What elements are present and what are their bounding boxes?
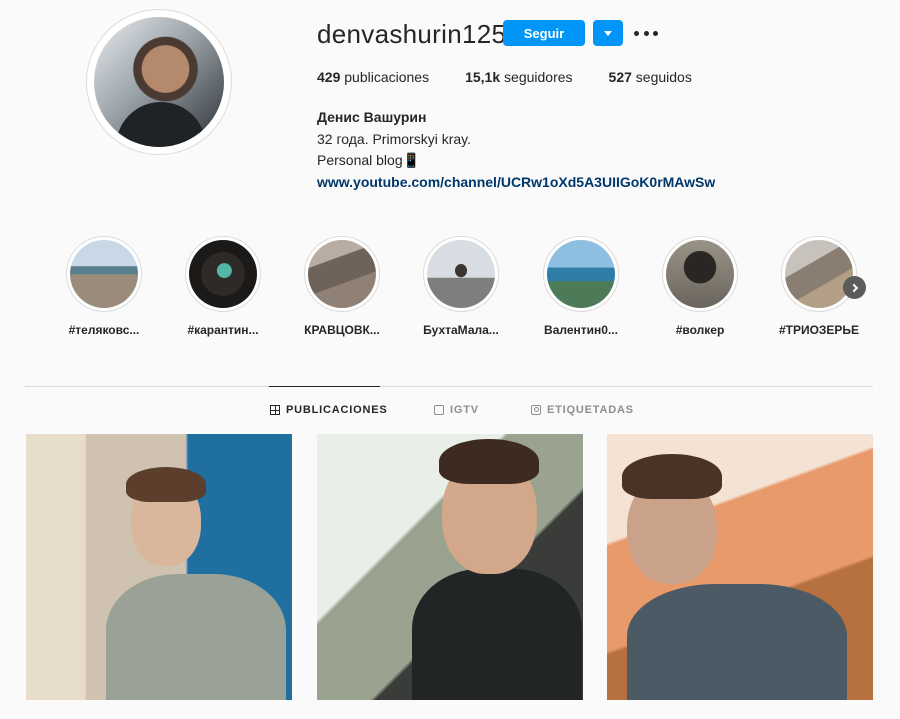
full-name: Денис Вашурин	[317, 109, 427, 125]
highlight-label: Валентин0...	[544, 323, 618, 337]
dot-icon	[653, 30, 658, 36]
dot-icon	[634, 30, 639, 36]
profile-username: denvashurin125	[317, 19, 507, 49]
following-label: seguidos	[631, 69, 692, 85]
following-stat[interactable]: 527 seguidos	[609, 69, 692, 85]
tab-label: PUBLICACIONES	[286, 404, 388, 416]
post-thumbnail[interactable]	[26, 434, 292, 700]
highlight-ring	[781, 236, 857, 312]
tab-label: ETIQUETADAS	[547, 404, 634, 416]
tab-publicaciones[interactable]: PUBLICACIONES	[270, 404, 387, 416]
bio-line: 32 года. Primorskyi kray.	[317, 130, 471, 147]
highlights-next-button[interactable]	[843, 276, 866, 299]
post-figure	[622, 454, 722, 499]
highlight-label: #волкер	[675, 323, 725, 337]
post-figure	[412, 569, 582, 700]
highlight-label: #теляковс...	[68, 323, 140, 337]
tag-icon	[531, 405, 541, 415]
post-figure	[627, 584, 847, 700]
followers-stat[interactable]: 15,1k seguidores	[465, 69, 572, 85]
profile-page: denvashurin125 Seguir 429 publicaciones …	[0, 0, 900, 719]
bio-link[interactable]: www.youtube.com/channel/UCRw1oXd5A3UIIGo…	[317, 172, 715, 194]
highlight-label: БухтаМала...	[423, 323, 499, 337]
profile-avatar[interactable]	[86, 9, 232, 155]
posts-stat: 429 publicaciones	[317, 69, 429, 85]
highlight-cover	[189, 240, 257, 308]
highlight-item[interactable]: Валентин0...	[526, 236, 636, 337]
grid-icon	[270, 405, 280, 415]
highlight-item[interactable]: #карантин...	[168, 236, 278, 337]
tab-label: IGTV	[450, 404, 479, 416]
post-thumbnail[interactable]	[607, 434, 873, 700]
post-figure	[106, 574, 286, 700]
more-options-button[interactable]	[634, 23, 658, 43]
profile-bio: Денис Вашурин 32 года. Primorskyi kray. …	[317, 107, 715, 193]
followers-count: 15,1k	[465, 69, 501, 85]
highlight-ring	[543, 236, 619, 312]
highlight-cover	[785, 240, 853, 308]
highlight-cover	[547, 240, 615, 308]
active-tab-indicator	[269, 386, 380, 387]
posts-count: 429	[317, 69, 341, 85]
chevron-right-icon	[849, 283, 858, 292]
highlight-item[interactable]: КРАВЦОВК...	[287, 236, 397, 337]
highlight-ring	[662, 236, 738, 312]
highlight-ring	[423, 236, 499, 312]
highlight-ring	[66, 236, 142, 312]
post-figure	[439, 439, 539, 484]
highlight-cover	[308, 240, 376, 308]
avatar-photo	[94, 17, 224, 147]
followers-label: seguidores	[500, 69, 573, 85]
tab-etiquetadas[interactable]: ETIQUETADAS	[531, 404, 634, 416]
highlight-ring	[185, 236, 261, 312]
tab-igtv[interactable]: IGTV	[434, 404, 479, 416]
follow-button[interactable]: Seguir	[503, 20, 585, 46]
post-figure	[126, 467, 206, 502]
highlight-cover	[70, 240, 138, 308]
highlight-item[interactable]: #волкер	[645, 236, 755, 337]
highlight-cover	[427, 240, 495, 308]
highlight-label: #карантин...	[187, 323, 259, 337]
profile-stats: 429 publicaciones 15,1k seguidores 527 s…	[317, 69, 728, 85]
highlight-label: #ТРИОЗЕРЬЕ	[778, 323, 860, 337]
tabs-divider	[25, 386, 873, 387]
bio-line: Personal blog📱	[317, 152, 421, 168]
highlight-item[interactable]: #теляковс...	[49, 236, 159, 337]
triangle-down-icon	[604, 30, 612, 36]
suggestions-dropdown-button[interactable]	[593, 20, 623, 46]
highlight-cover	[666, 240, 734, 308]
following-count: 527	[608, 69, 632, 85]
dot-icon	[643, 30, 649, 36]
highlight-ring	[304, 236, 380, 312]
posts-label: publicaciones	[340, 69, 430, 85]
tv-icon	[434, 405, 444, 415]
highlight-label: КРАВЦОВК...	[304, 323, 380, 337]
highlight-item[interactable]: БухтаМала...	[406, 236, 516, 337]
post-thumbnail[interactable]	[317, 434, 583, 700]
